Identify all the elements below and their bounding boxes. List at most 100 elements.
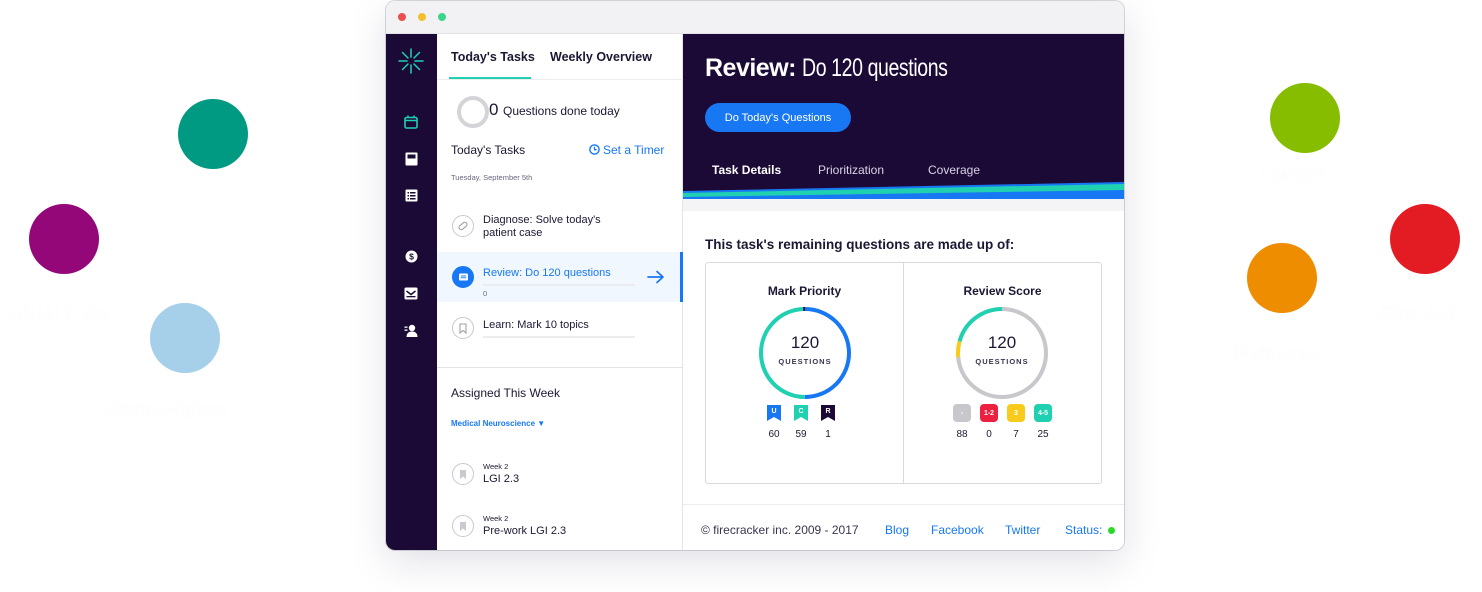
priority-badge-u: U — [766, 405, 782, 421]
main-content: Review: Do 120 questions Do Today's Ques… — [683, 34, 1124, 550]
status-link[interactable]: Status: — [1065, 523, 1102, 537]
bookmark-icon — [452, 515, 474, 537]
priority-badge-c: C — [793, 405, 809, 421]
book-icon[interactable] — [403, 151, 419, 167]
score-badge-none: - — [953, 404, 971, 422]
task-review-progress-bar — [483, 284, 635, 286]
score-count-low: 0 — [986, 429, 992, 440]
set-timer-label: Set a Timer — [603, 143, 665, 157]
task-panel: Today's Tasks Weekly Overview 0 Question… — [437, 34, 683, 550]
bubble-firstaid — [1390, 204, 1460, 274]
mark-priority-title: Mark Priority — [767, 284, 842, 298]
bubble-teal — [178, 99, 248, 169]
tab-todays-tasks[interactable]: Today's Tasks — [451, 50, 535, 64]
clock-icon — [589, 144, 600, 155]
priority-count-u: 60 — [768, 429, 780, 440]
progress-ring — [457, 96, 489, 128]
breakdown-heading: This task's remaining questions are made… — [705, 237, 1015, 252]
twitter-link[interactable]: Twitter — [1005, 523, 1040, 537]
assigned-week: Week 2 — [483, 514, 509, 523]
close-dot[interactable] — [398, 13, 406, 21]
done-count: 0 — [489, 100, 499, 119]
score-count-high: 25 — [1037, 429, 1049, 440]
blog-link[interactable]: Blog — [885, 523, 909, 537]
mark-priority-unit: QUESTIONS — [778, 357, 832, 366]
calendar-icon[interactable] — [403, 114, 419, 130]
done-label: Questions done today — [503, 104, 620, 118]
task-date: Tuesday, September 5th — [451, 173, 533, 182]
header-bottom-band — [683, 199, 1124, 211]
score-badge-low: 1-2 — [980, 404, 998, 422]
task-review-title: Review: Do 120 questions — [483, 267, 611, 279]
task-header: Review: Do 120 questions Do Today's Ques… — [683, 34, 1124, 199]
pill-icon — [452, 215, 474, 237]
task-learn-progress-bar — [483, 336, 635, 338]
assigned-title-text: Pre-work LGI 2.3 — [483, 525, 567, 537]
panel-tabs: Today's Tasks Weekly Overview — [437, 34, 683, 80]
bubble-pathoma — [1247, 243, 1317, 313]
status-dot — [1108, 527, 1115, 534]
priority-count-r: 1 — [825, 429, 831, 440]
list-icon[interactable] — [403, 187, 419, 203]
score-count-none: 88 — [956, 429, 968, 440]
app-window: $ Today's Tasks Weekly Overview 0 Questi… — [386, 1, 1124, 550]
assigned-week: Week 2 — [483, 462, 509, 471]
arrow-right-icon[interactable] — [647, 270, 665, 284]
bubble-usmle-label: USMLE Rx — [8, 304, 110, 326]
task-diagnose[interactable]: Diagnose: Solve today's patient case — [437, 204, 683, 246]
review-score-unit: QUESTIONS — [975, 357, 1029, 366]
firecracker-logo-icon[interactable] — [397, 47, 425, 75]
course-filter-dropdown[interactable]: Medical Neuroscience ▼ — [451, 419, 545, 428]
copyright: © firecracker inc. 2009 - 2017 — [701, 523, 859, 537]
do-todays-questions-button[interactable]: Do Today's Questions — [705, 103, 851, 132]
task-diagnose-title-2: patient case — [483, 227, 543, 239]
bubble-uworld-label: Uworld — [1262, 164, 1327, 186]
tab-prioritization[interactable]: Prioritization — [818, 163, 884, 177]
review-score-title: Review Score — [963, 284, 1042, 298]
mark-priority-donut — [759, 307, 851, 399]
dollar-icon[interactable]: $ — [403, 248, 419, 264]
chat-icon — [452, 266, 474, 288]
task-title: Review: Do 120 questions — [705, 54, 948, 82]
bubble-firstaid-label: First Aid — [1380, 304, 1455, 326]
svg-text:$: $ — [409, 251, 414, 261]
assigned-item[interactable]: Week 2 Pre-work LGI 2.3 — [437, 510, 683, 544]
user-icon[interactable] — [403, 322, 419, 338]
set-timer-link[interactable]: Set a Timer — [589, 143, 664, 157]
header-wave — [683, 182, 1124, 199]
task-review[interactable]: Review: Do 120 questions 0 — [437, 252, 683, 302]
tab-coverage[interactable]: Coverage — [928, 163, 980, 177]
panel-divider — [437, 367, 683, 368]
window-titlebar — [386, 1, 1124, 34]
priority-count-c: 59 — [795, 429, 807, 440]
assigned-item[interactable]: Week 2 LGI 2.3 — [437, 458, 683, 492]
maximize-dot[interactable] — [438, 13, 446, 21]
review-score-total: 120 — [987, 333, 1017, 352]
icon-rail: $ — [386, 34, 437, 550]
bubble-uworld — [1270, 83, 1340, 153]
review-score-donut — [956, 307, 1048, 399]
bubble-gram — [150, 303, 220, 373]
assigned-title: Assigned This Week — [451, 386, 560, 400]
mark-priority-total: 120 — [790, 333, 820, 352]
bubble-usmle — [29, 204, 99, 274]
score-badge-mid: 3 — [1007, 404, 1025, 422]
score-count-mid: 7 — [1013, 429, 1019, 440]
assigned-title-text: LGI 2.3 — [483, 473, 520, 485]
priority-badge-r: R — [820, 405, 836, 421]
bookmark-icon — [452, 463, 474, 485]
active-tab-indicator — [449, 77, 531, 79]
tab-task-details[interactable]: Task Details — [712, 163, 781, 177]
score-badge-high: 4-5 — [1034, 404, 1052, 422]
facebook-link[interactable]: Facebook — [931, 523, 984, 537]
tab-weekly-overview[interactable]: Weekly Overview — [550, 50, 652, 64]
task-learn-title: Learn: Mark 10 topics — [483, 319, 589, 331]
breakdown-card: Mark Priority 120 QUESTIONS U C R 60 59 … — [705, 262, 1102, 484]
task-learn[interactable]: Learn: Mark 10 topics — [437, 310, 683, 346]
inbox-icon[interactable] — [403, 285, 419, 301]
bubble-gram-label: Gram Fighter — [106, 399, 228, 421]
minimize-dot[interactable] — [418, 13, 426, 21]
footer: © firecracker inc. 2009 - 2017 Blog Face… — [683, 504, 1124, 550]
task-diagnose-title: Diagnose: Solve today's — [483, 214, 601, 226]
bookmark-icon — [452, 317, 474, 339]
